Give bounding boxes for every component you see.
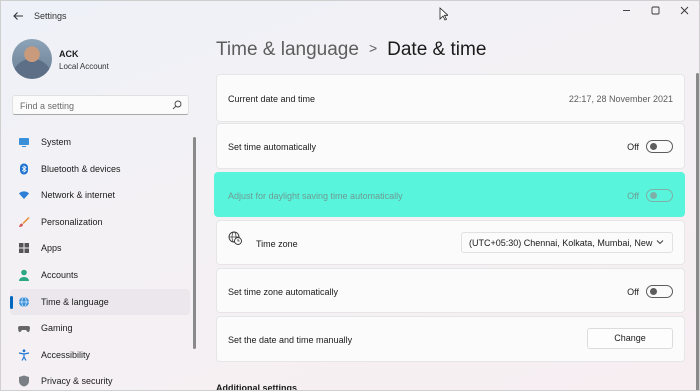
change-button[interactable]: Change bbox=[587, 328, 673, 349]
account-type: Local Account bbox=[59, 62, 109, 71]
set-timezone-auto-label: Set time zone automatically bbox=[228, 287, 339, 297]
sidebar-item-label: Accounts bbox=[41, 269, 79, 280]
minimize-icon bbox=[622, 10, 630, 11]
current-datetime-value: 22:17, 28 November 2021 bbox=[568, 94, 673, 104]
sidebar-item-label: Bluetooth & devices bbox=[41, 163, 121, 174]
globe-clock-icon bbox=[19, 296, 29, 307]
search-placeholder: Find a setting bbox=[20, 101, 75, 111]
set-timezone-auto-card: Set time zone automatically Off bbox=[216, 268, 685, 313]
breadcrumb-parent[interactable]: Time & language bbox=[216, 39, 359, 60]
sidebar-item-bluetooth[interactable]: Bluetooth & devices bbox=[10, 156, 190, 183]
gamepad-icon bbox=[18, 326, 30, 333]
set-timezone-auto-state: Off bbox=[627, 287, 639, 297]
minimize-button[interactable] bbox=[613, 5, 639, 19]
sidebar-item-label: Personalization bbox=[41, 216, 103, 227]
current-datetime-card: Current date and time 22:17, 28 November… bbox=[216, 74, 685, 122]
chevron-down-icon bbox=[656, 240, 664, 245]
set-time-auto-label: Set time automatically bbox=[228, 142, 317, 152]
sidebar-item-label: System bbox=[41, 137, 72, 147]
sidebar-item-accounts[interactable]: Accounts bbox=[10, 262, 190, 289]
search-input[interactable]: Find a setting bbox=[12, 95, 189, 115]
close-button[interactable] bbox=[671, 5, 697, 19]
time-zone-value: (UTC+05:30) Chennai, Kolkata, Mumbai, Ne… bbox=[469, 238, 654, 248]
back-button[interactable] bbox=[9, 9, 27, 25]
daylight-saving-state: Off bbox=[627, 191, 639, 201]
app-title: Settings bbox=[34, 11, 67, 21]
system-icon bbox=[19, 138, 29, 147]
time-zone-label: Time zone bbox=[256, 239, 298, 249]
title-bar: Settings bbox=[1, 1, 699, 33]
current-datetime-label: Current date and time bbox=[228, 94, 316, 104]
page-title: Date & time bbox=[387, 39, 487, 60]
sidebar-item-privacy[interactable]: Privacy & security bbox=[10, 368, 190, 390]
breadcrumb-separator: > bbox=[368, 40, 378, 56]
sidebar-item-apps[interactable]: Apps bbox=[10, 235, 190, 262]
sidebar-item-label: Network & internet bbox=[41, 190, 116, 201]
bluetooth-icon bbox=[20, 163, 28, 175]
daylight-saving-toggle[interactable] bbox=[646, 189, 673, 202]
sidebar-item-personalization[interactable]: Personalization bbox=[10, 209, 190, 236]
main-scrollbar[interactable] bbox=[696, 73, 699, 390]
settings-window: Settings ACK Local Account Find a settin… bbox=[0, 0, 700, 391]
manual-datetime-label: Set the date and time manually bbox=[228, 335, 353, 345]
sidebar-item-system[interactable]: System bbox=[10, 129, 190, 156]
daylight-saving-card: Adjust for daylight saving time automati… bbox=[214, 172, 685, 217]
time-zone-card: Time zone (UTC+05:30) Chennai, Kolkata, … bbox=[216, 220, 685, 265]
mouse-cursor-icon bbox=[439, 7, 448, 21]
sidebar-item-gaming[interactable]: Gaming bbox=[10, 315, 190, 342]
set-time-auto-toggle[interactable] bbox=[646, 140, 673, 153]
manual-datetime-card: Set the date and time manually Change bbox=[216, 316, 685, 362]
back-arrow-icon bbox=[13, 12, 23, 20]
sidebar-nav: System Bluetooth & devices Network & int… bbox=[10, 129, 190, 390]
brush-icon bbox=[19, 216, 30, 227]
sidebar-item-accessibility[interactable]: Accessibility bbox=[10, 342, 190, 369]
breadcrumb: Time & language > Date & time bbox=[216, 39, 486, 61]
set-time-auto-card: Set time automatically Off bbox=[216, 123, 685, 169]
user-name: ACK bbox=[59, 49, 79, 59]
globe-clock-icon bbox=[228, 231, 242, 245]
close-icon bbox=[680, 6, 688, 15]
sidebar-item-label: Accessibility bbox=[41, 349, 91, 360]
sidebar-item-time-language[interactable]: Time & language bbox=[10, 288, 190, 316]
set-time-auto-state: Off bbox=[627, 142, 639, 152]
network-icon bbox=[19, 191, 29, 200]
time-zone-dropdown[interactable]: (UTC+05:30) Chennai, Kolkata, Mumbai, Ne… bbox=[461, 232, 673, 253]
daylight-saving-label: Adjust for daylight saving time automati… bbox=[228, 191, 403, 201]
avatar[interactable] bbox=[12, 39, 52, 79]
search-icon[interactable] bbox=[172, 100, 182, 110]
additional-settings-heading: Additional settings bbox=[216, 383, 297, 391]
sidebar-item-label: Time & language bbox=[41, 296, 109, 307]
maximize-button[interactable] bbox=[642, 5, 668, 19]
person-icon bbox=[19, 269, 29, 281]
sidebar-item-label: Gaming bbox=[41, 323, 73, 334]
sidebar-scrollbar[interactable] bbox=[193, 137, 196, 349]
sidebar-item-label: Apps bbox=[41, 243, 62, 254]
set-timezone-auto-toggle[interactable] bbox=[646, 285, 673, 298]
shield-icon bbox=[19, 375, 29, 387]
accessibility-icon bbox=[18, 349, 30, 361]
sidebar-item-network[interactable]: Network & internet bbox=[10, 182, 190, 209]
apps-icon bbox=[19, 243, 29, 254]
sidebar-item-label: Privacy & security bbox=[41, 376, 113, 387]
maximize-icon bbox=[651, 6, 659, 15]
